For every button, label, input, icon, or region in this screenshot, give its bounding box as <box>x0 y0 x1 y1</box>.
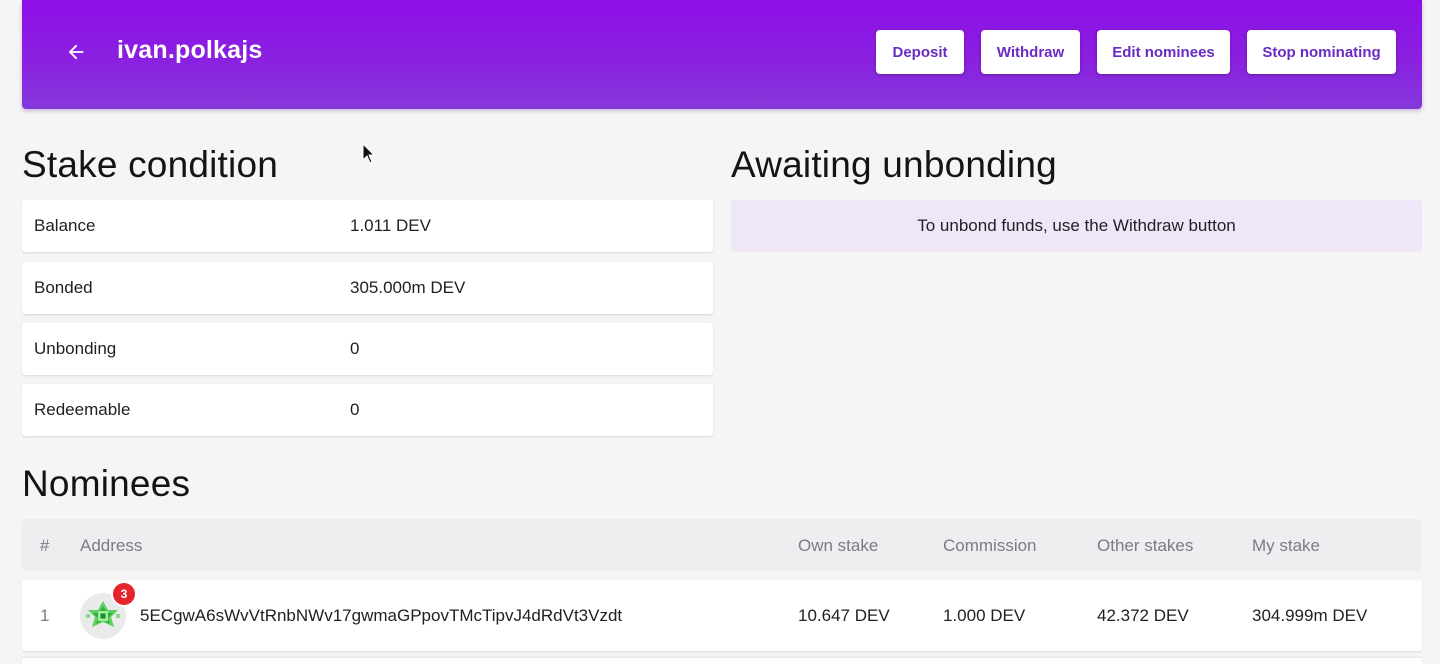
stake-label: Unbonding <box>34 339 117 358</box>
column-header-own-stake: Own stake <box>798 536 879 555</box>
other-stakes-value: 42.372 DEV <box>1097 606 1189 625</box>
table-row[interactable]: 1 3 5ECgwA6sWvVtRnbNWv17gwmaGPpovTMcTipv… <box>22 580 1422 651</box>
unbond-info-message: To unbond funds, use the Withdraw button <box>731 200 1422 252</box>
row-index: 1 <box>40 606 50 625</box>
commission-value: 1.000 DEV <box>943 606 1026 625</box>
stake-label: Bonded <box>34 278 93 297</box>
stake-label: Redeemable <box>34 400 131 419</box>
validator-address[interactable]: 5ECgwA6sWvVtRnbNWv17gwmaGPpovTMcTipvJ4dR… <box>140 606 622 626</box>
own-stake-value: 10.647 DEV <box>798 606 890 625</box>
account-name: ivan.polkajs <box>117 36 263 64</box>
table-row-partial <box>22 658 1422 664</box>
stake-value: 0 <box>350 400 360 419</box>
nominations-count-badge: 3 <box>113 583 135 605</box>
column-header-index: # <box>40 536 50 555</box>
column-header-address: Address <box>80 536 143 555</box>
stake-value: 305.000m DEV <box>350 278 466 297</box>
my-stake-value: 304.999m DEV <box>1252 606 1368 625</box>
staking-account-page: ivan.polkajs Deposit Withdraw Edit nomin… <box>0 0 1440 664</box>
awaiting-unbonding-title: Awaiting unbonding <box>731 144 1057 185</box>
stake-condition-title: Stake condition <box>22 144 279 185</box>
deposit-button[interactable]: Deposit <box>876 30 964 74</box>
nominees-table-header: # Address Own stake Commission Other sta… <box>22 519 1422 571</box>
stake-row-redeemable: Redeemable 0 <box>22 384 713 436</box>
stake-value: 0 <box>350 339 360 358</box>
column-header-other-stakes: Other stakes <box>1097 536 1194 555</box>
back-button[interactable] <box>62 38 90 66</box>
mouse-cursor-icon <box>362 143 376 164</box>
column-header-commission: Commission <box>943 536 1037 555</box>
stake-label: Balance <box>34 216 96 235</box>
stake-row-balance: Balance 1.011 DEV <box>22 200 713 252</box>
stop-nominating-button[interactable]: Stop nominating <box>1247 30 1396 74</box>
stake-row-unbonding: Unbonding 0 <box>22 323 713 375</box>
stake-row-bonded: Bonded 305.000m DEV <box>22 262 713 314</box>
edit-nominees-button[interactable]: Edit nominees <box>1097 30 1230 74</box>
arrow-left-icon <box>68 44 84 60</box>
account-header: ivan.polkajs Deposit Withdraw Edit nomin… <box>22 0 1422 109</box>
nominees-title: Nominees <box>22 463 191 504</box>
stake-value: 1.011 DEV <box>350 216 431 235</box>
withdraw-button[interactable]: Withdraw <box>981 30 1080 74</box>
column-header-my-stake: My stake <box>1252 536 1321 555</box>
